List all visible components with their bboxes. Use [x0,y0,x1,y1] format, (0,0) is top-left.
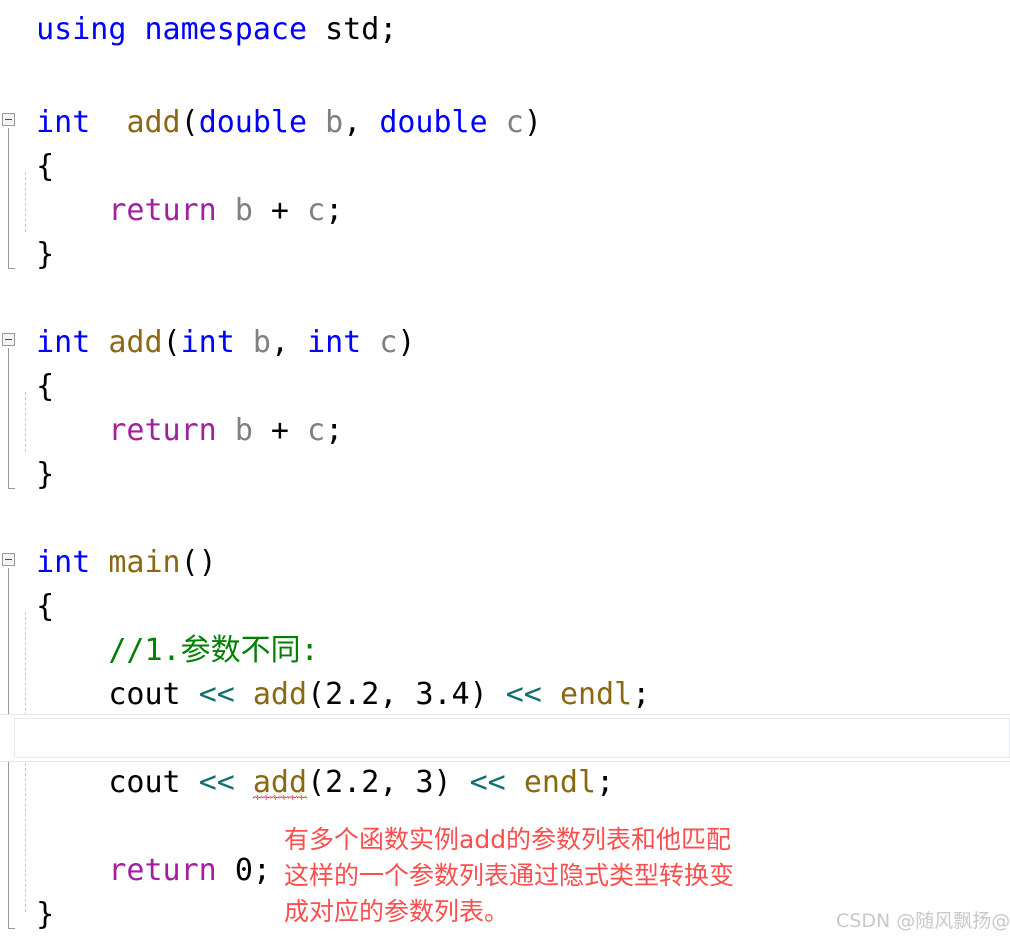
annotation-line: 有多个函数实例add的参数列表和他匹配 [284,825,732,854]
line-add-double-signature[interactable]: int add(double b, double c) [0,101,542,145]
line-add-int-open-brace[interactable]: { [0,365,54,409]
line-cout-add-double-int[interactable]: cout << add(2.2, 3) << endl; [0,761,614,805]
line-main-signature[interactable]: int main() [0,541,217,585]
code-text-area[interactable]: using namespace std; int add(double b, d… [0,0,1010,941]
annotation-line: 这样的一个参数列表通过隐式类型转换变 [284,861,735,890]
csdn-watermark: CSDN @随风飘扬@ [836,910,1010,932]
line-add-int-signature[interactable]: int add(int b, int c) [0,321,415,365]
error-token: add [252,761,308,805]
line-add-double-close-brace[interactable]: } [0,233,54,277]
line-main-open-brace[interactable]: { [0,585,54,629]
line-add-double-open-brace[interactable]: { [0,145,54,189]
line-add-double-return[interactable]: return b + c; [0,189,343,233]
error-explanation-note: 有多个函数实例add的参数列表和他匹配 这样的一个参数列表通过隐式类型转换变 成对应… [284,822,734,930]
line-cout-add-double-double[interactable]: cout << add(2.2, 3.4) << endl; [0,673,650,717]
line-add-int-return[interactable]: return b + c; [0,409,343,453]
line-main-close-brace[interactable]: } [0,893,54,937]
line-main-return-zero[interactable]: return 0; [0,849,271,893]
line-comment-params-differ[interactable]: //1.参数不同: [0,629,318,673]
line-add-int-close-brace[interactable]: } [0,453,54,497]
line-using-namespace[interactable]: using namespace std; [0,8,397,52]
annotation-line: 成对应的参数列表。 [284,897,510,926]
code-editor[interactable]: using namespace std; int add(double b, d… [0,0,1010,941]
